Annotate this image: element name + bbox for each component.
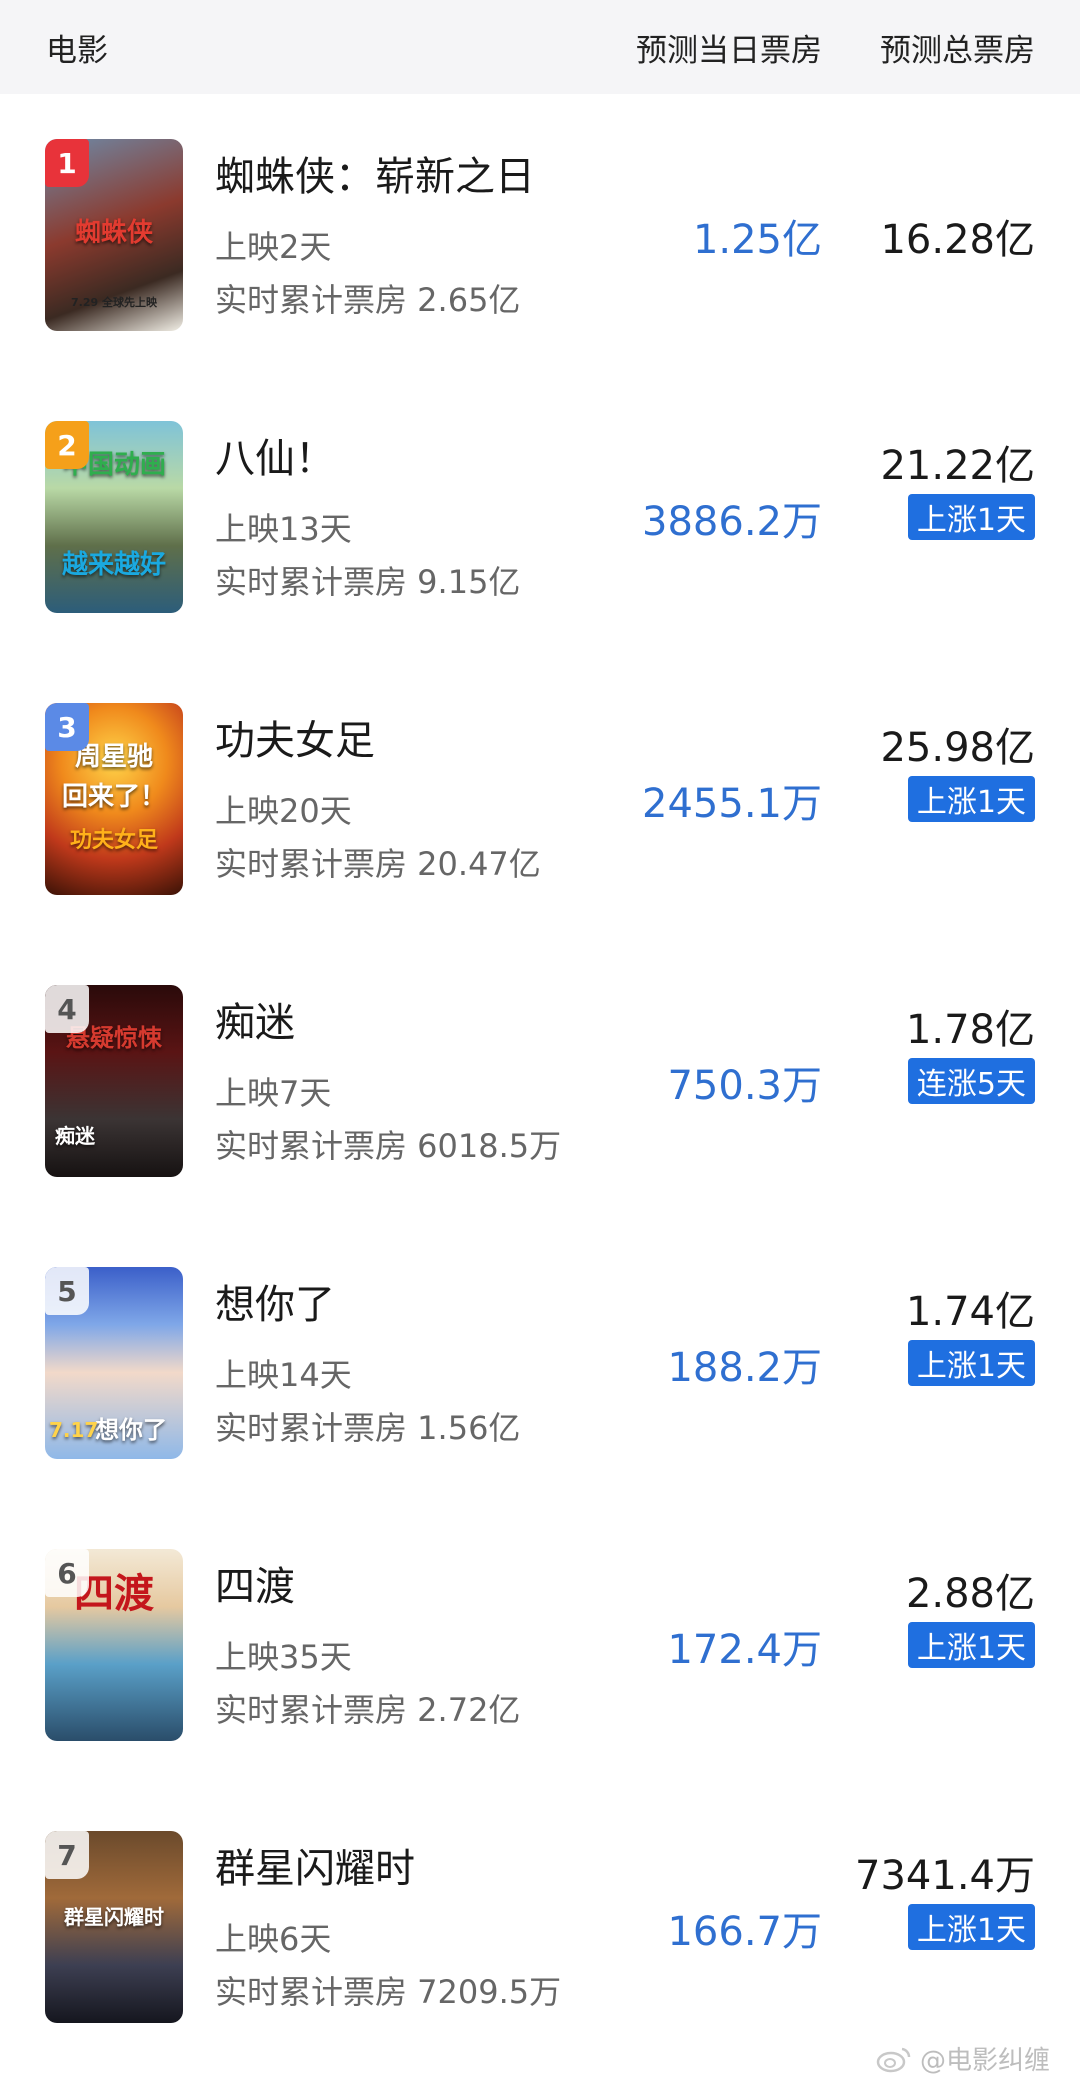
movie-row[interactable]: 群星闪耀时 7 群星闪耀时 上映6天 实时累计票房 7209.5万 166.7万… [0, 1786, 1080, 2068]
weibo-icon [876, 2047, 911, 2072]
days-released: 上映2天 [215, 228, 332, 266]
header-movie-label: 电影 [46, 32, 108, 69]
predicted-total-box-office: 1.78亿 [905, 1007, 1035, 1053]
movie-poster[interactable]: 想你了 7.17 5 [45, 1267, 183, 1459]
poster-title-text: 想你了 [95, 1416, 167, 1444]
header-total-box-label[interactable]: 预测总票房 [880, 25, 1035, 70]
rank-badge: 5 [45, 1267, 89, 1315]
movie-poster[interactable]: 周星驰 回来了！ 功夫女足 3 [45, 703, 183, 895]
days-released: 上映7天 [215, 1074, 332, 1112]
header-today-box-label[interactable]: 预测当日票房 [636, 25, 822, 70]
movie-title: 四渡 [215, 1564, 295, 1610]
trend-badge: 上涨1天 [907, 494, 1035, 540]
poster-subtitle-text: 回来了！ [61, 782, 166, 812]
movie-title: 群星闪耀时 [215, 1846, 415, 1892]
trend-badge: 上涨1天 [907, 1340, 1035, 1386]
movie-row[interactable]: 周星驰 回来了！ 功夫女足 3 功夫女足 上映20天 实时累计票房 20.47亿… [0, 658, 1080, 940]
rank-badge: 1 [45, 139, 89, 187]
movie-title: 蜘蛛侠：崭新之日 [215, 154, 535, 200]
movie-poster[interactable]: 中国动画 越来越好 2 [45, 421, 183, 613]
days-released: 上映35天 [215, 1638, 352, 1676]
poster-title-text: 群星闪耀时 [64, 1905, 164, 1929]
predicted-today-box-office: 172.4万 [667, 1627, 822, 1673]
trend-badge: 上涨1天 [907, 1622, 1035, 1668]
cumulative-box-office: 实时累计票房 7209.5万 [215, 1973, 562, 2011]
movie-title: 八仙！ [215, 436, 335, 482]
days-released: 上映6天 [215, 1920, 332, 1958]
rank-badge: 7 [45, 1831, 89, 1879]
movie-poster[interactable]: 四渡 6 [45, 1549, 183, 1741]
predicted-total-box-office: 25.98亿 [880, 725, 1035, 771]
days-released: 上映14天 [215, 1356, 352, 1394]
cumulative-box-office: 实时累计票房 20.47亿 [215, 845, 541, 883]
poster-date-text: 7.29 全球先上映 [71, 296, 157, 309]
watermark-text: @电影纠缠 [919, 2046, 1050, 2076]
predicted-total-box-office: 16.28亿 [880, 217, 1035, 263]
movie-title: 想你了 [215, 1282, 335, 1328]
weibo-watermark: @电影纠缠 [876, 2040, 1050, 2077]
movie-poster[interactable]: 群星闪耀时 7 [45, 1831, 183, 2023]
predicted-total-box-office: 1.74亿 [905, 1289, 1035, 1335]
movie-row[interactable]: 中国动画 越来越好 2 八仙！ 上映13天 实时累计票房 9.15亿 3886.… [0, 376, 1080, 658]
trend-badge: 上涨1天 [907, 1904, 1035, 1950]
predicted-today-box-office: 188.2万 [667, 1345, 822, 1391]
cumulative-box-office: 实时累计票房 9.15亿 [215, 563, 521, 601]
cumulative-box-office: 实时累计票房 6018.5万 [215, 1127, 562, 1165]
trend-badge: 上涨1天 [907, 776, 1035, 822]
table-header: 电影 预测当日票房 预测总票房 [0, 0, 1080, 94]
rank-badge: 6 [45, 1549, 89, 1597]
cumulative-box-office: 实时累计票房 1.56亿 [215, 1409, 521, 1447]
predicted-total-box-office: 21.22亿 [880, 443, 1035, 489]
days-released: 上映20天 [215, 792, 352, 830]
predicted-today-box-office: 750.3万 [667, 1063, 822, 1109]
rank-badge: 2 [45, 421, 89, 469]
trend-badge: 连涨5天 [907, 1058, 1035, 1104]
predicted-today-box-office: 166.7万 [667, 1909, 822, 1955]
movie-title: 痴迷 [215, 1000, 295, 1046]
movie-row[interactable]: 想你了 7.17 5 想你了 上映14天 实时累计票房 1.56亿 188.2万… [0, 1222, 1080, 1504]
movie-poster[interactable]: 蜘蛛侠 7.29 全球先上映 1 [45, 139, 183, 331]
poster-subtitle-text-2: 功夫女足 [69, 828, 158, 853]
days-released: 上映13天 [215, 510, 352, 548]
poster-date-text: 7.17 [49, 1418, 99, 1442]
poster-subtitle-text: 痴迷 [55, 1124, 95, 1148]
movie-row[interactable]: 四渡 6 四渡 上映35天 实时累计票房 2.72亿 172.4万 2.88亿 … [0, 1504, 1080, 1786]
movie-row[interactable]: 蜘蛛侠 7.29 全球先上映 1 蜘蛛侠：崭新之日 上映2天 实时累计票房 2.… [0, 94, 1080, 376]
movie-title: 功夫女足 [215, 718, 375, 764]
predicted-total-box-office: 2.88亿 [905, 1571, 1035, 1617]
predicted-today-box-office: 1.25亿 [692, 217, 822, 263]
rank-badge: 3 [45, 703, 89, 751]
cumulative-box-office: 实时累计票房 2.65亿 [215, 281, 521, 319]
predicted-total-box-office: 7341.4万 [855, 1853, 1035, 1899]
poster-subtitle-text: 越来越好 [61, 550, 166, 580]
movie-poster[interactable]: 悬疑惊悚 痴迷 4 [45, 985, 183, 1177]
movie-list: 蜘蛛侠 7.29 全球先上映 1 蜘蛛侠：崭新之日 上映2天 实时累计票房 2.… [0, 94, 1080, 2068]
cumulative-box-office: 实时累计票房 2.72亿 [215, 1691, 521, 1729]
poster-title-text: 蜘蛛侠 [74, 218, 153, 248]
movie-row[interactable]: 悬疑惊悚 痴迷 4 痴迷 上映7天 实时累计票房 6018.5万 750.3万 … [0, 940, 1080, 1222]
predicted-today-box-office: 2455.1万 [642, 781, 822, 827]
rank-badge: 4 [45, 985, 89, 1033]
predicted-today-box-office: 3886.2万 [642, 499, 822, 545]
